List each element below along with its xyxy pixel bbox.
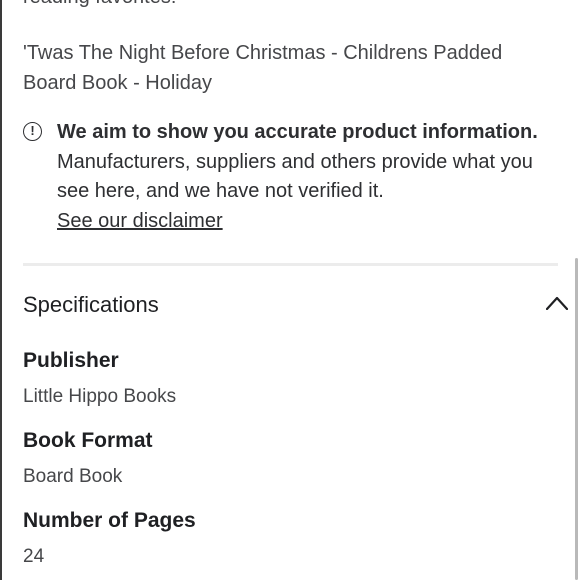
see-disclaimer-link[interactable]: See our disclaimer — [57, 207, 223, 237]
page-left-border — [0, 0, 2, 580]
specifications-title: Specifications — [23, 292, 159, 317]
section-divider — [23, 263, 558, 266]
scrollbar-thumb[interactable] — [575, 258, 578, 580]
info-circle-icon: ! — [23, 122, 42, 141]
product-title: 'Twas The Night Before Christmas - Child… — [23, 42, 503, 94]
description-tail-text: reading favorites! — [23, 0, 176, 9]
chevron-up-icon — [546, 296, 568, 310]
spec-value: Board Book — [23, 466, 123, 487]
spec-book-format: Book Format Board Book — [23, 427, 558, 491]
spec-label: Number of Pages — [23, 509, 196, 532]
spec-value: 24 — [23, 546, 45, 567]
accuracy-notice-heading: We aim to show you accurate product info… — [57, 121, 538, 143]
spec-number-of-pages: Number of Pages 24 — [23, 507, 558, 571]
accuracy-notice-text: We aim to show you accurate product info… — [57, 118, 557, 236]
spec-label: Publisher — [23, 349, 119, 372]
spec-value: Little Hippo Books — [23, 386, 177, 407]
accuracy-notice-body: Manufacturers, suppliers and others prov… — [57, 150, 533, 203]
spec-publisher: Publisher Little Hippo Books — [23, 347, 558, 411]
specifications-toggle[interactable]: Specifications — [23, 284, 568, 328]
spec-label: Book Format — [23, 429, 153, 452]
